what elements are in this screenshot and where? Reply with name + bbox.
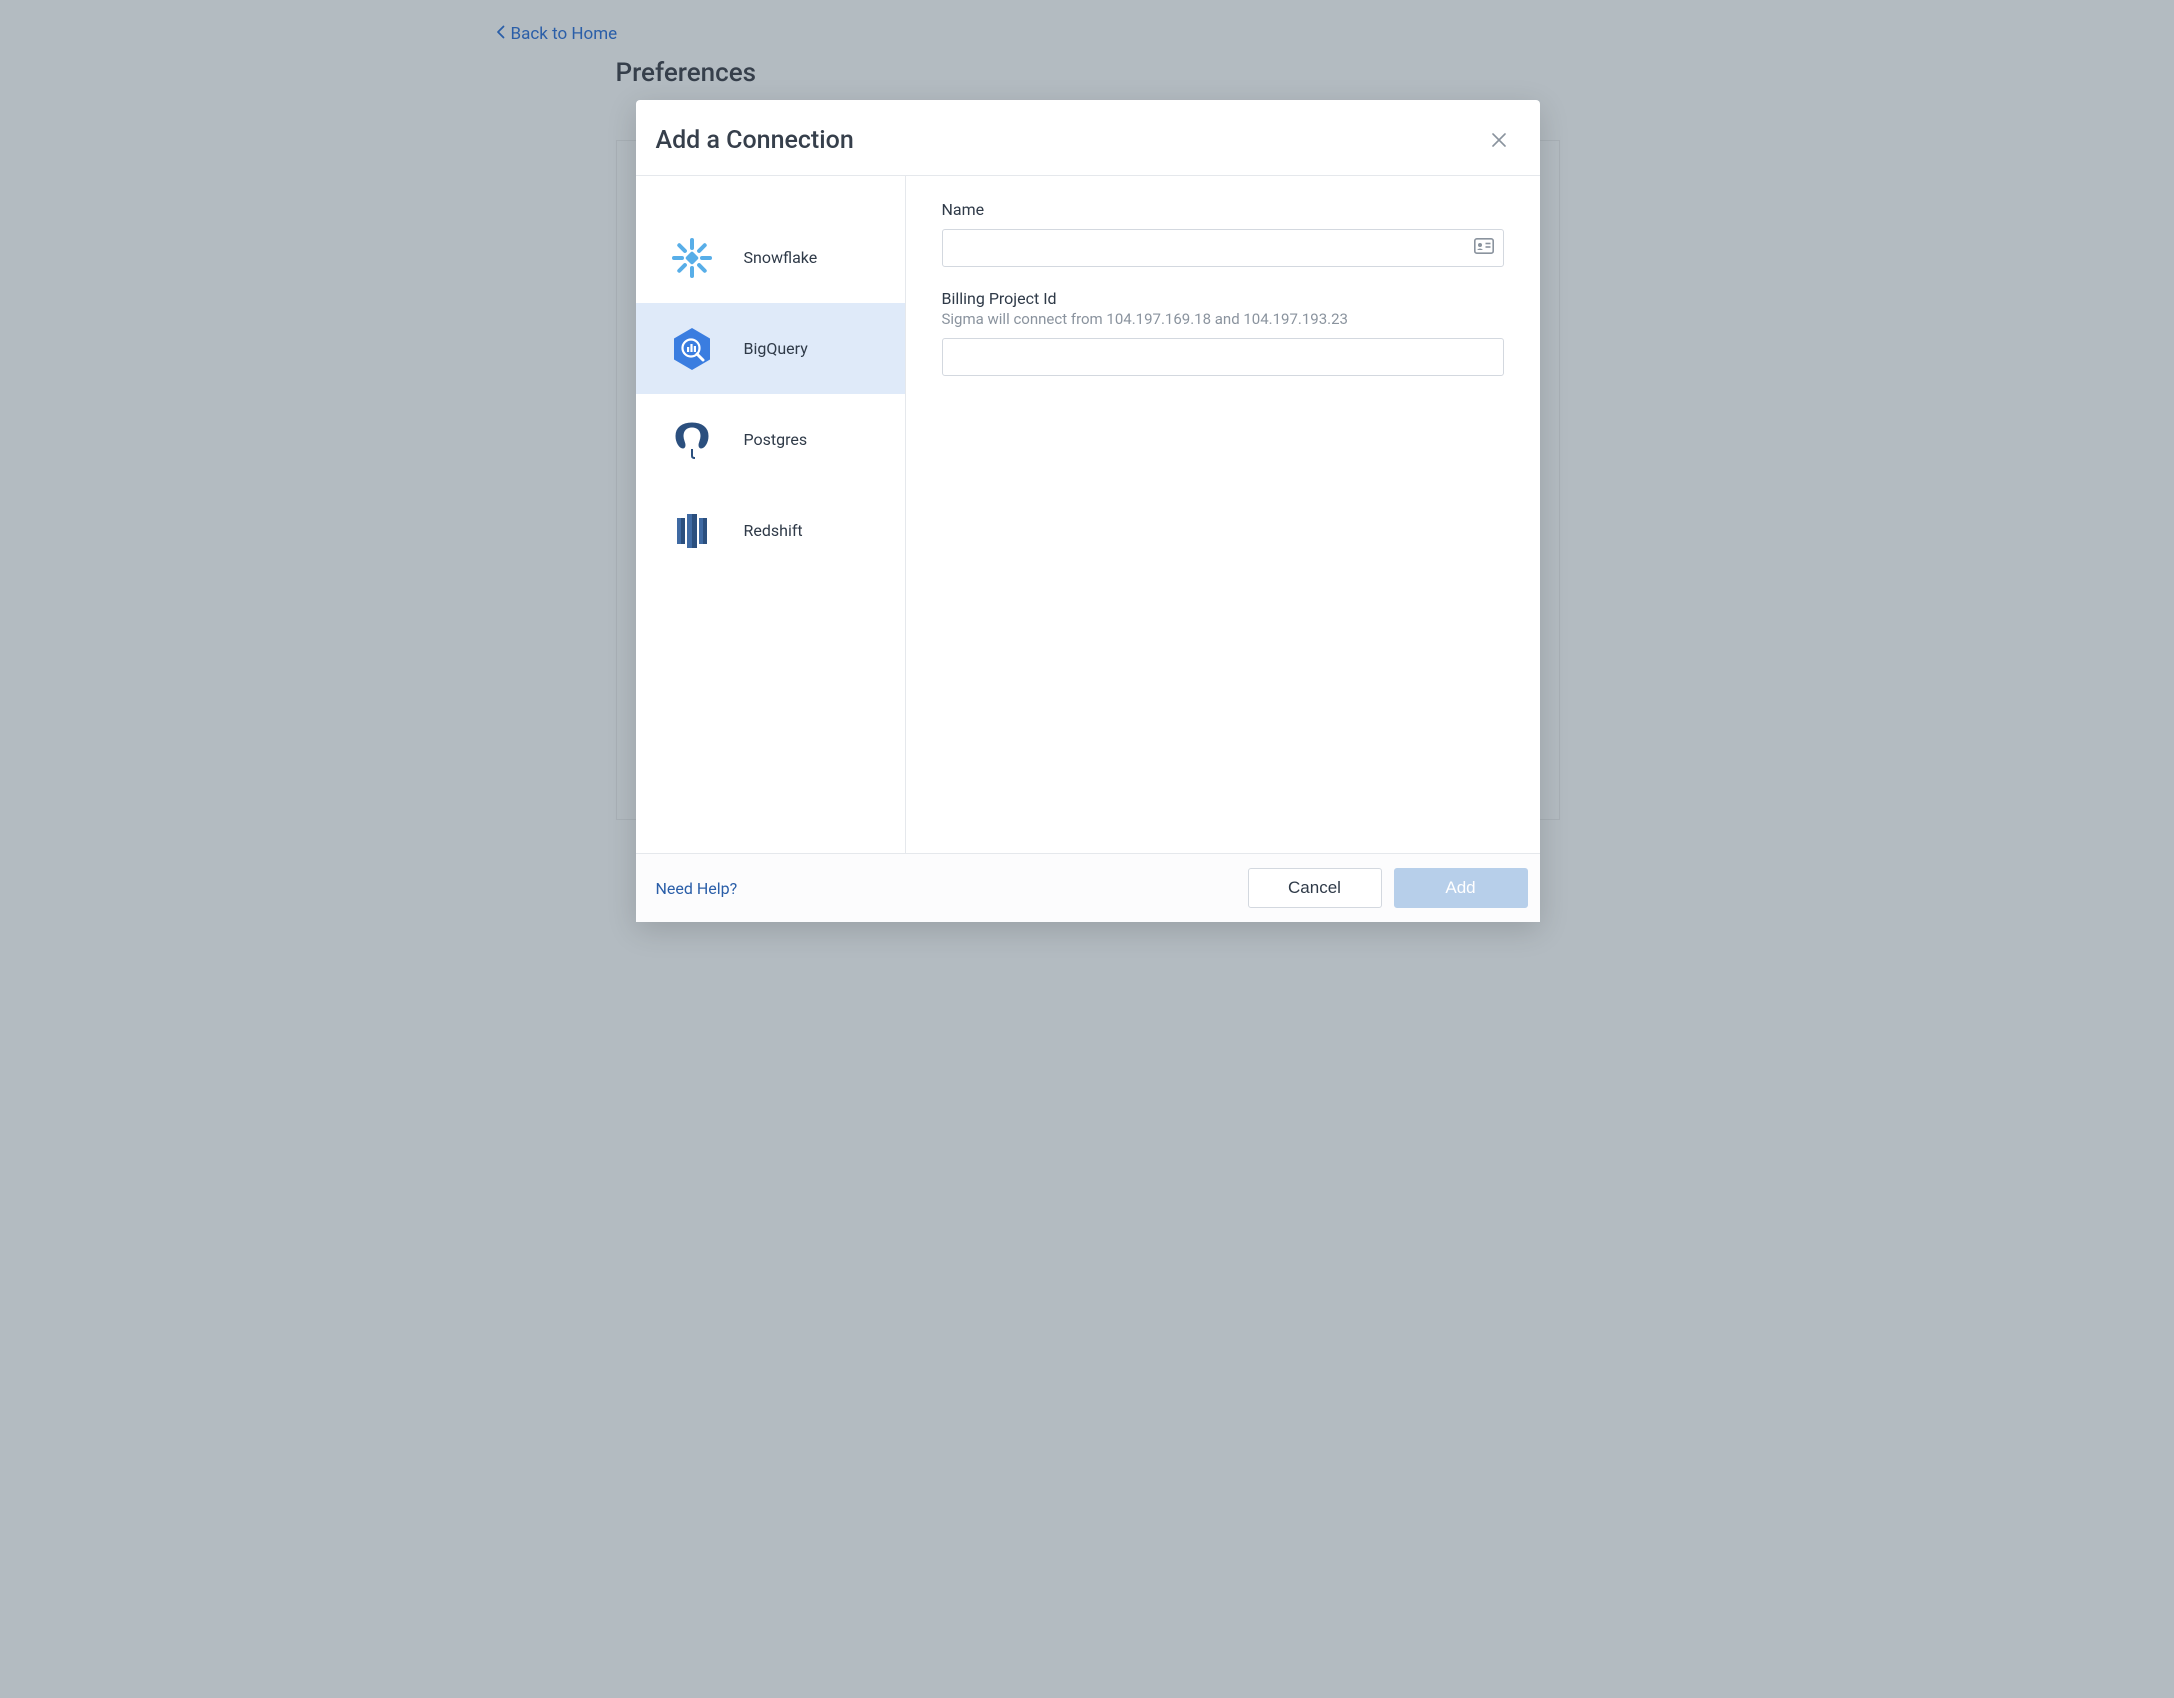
name-label: Name — [942, 200, 1504, 219]
chevron-left-icon — [496, 25, 505, 43]
cancel-button[interactable]: Cancel — [1248, 868, 1382, 908]
bigquery-icon — [668, 325, 716, 373]
modal-title: Add a Connection — [656, 126, 854, 155]
billing-project-label: Billing Project Id — [942, 289, 1504, 308]
db-option-label: Postgres — [744, 430, 808, 449]
db-option-postgres[interactable]: Postgres — [636, 394, 905, 485]
billing-project-hint: Sigma will connect from 104.197.169.18 a… — [942, 310, 1504, 328]
billing-project-field-group: Billing Project Id Sigma will connect fr… — [942, 289, 1504, 376]
id-card-icon — [1474, 238, 1494, 258]
modal-header: Add a Connection — [636, 100, 1540, 176]
billing-project-input-wrap — [942, 338, 1504, 376]
postgres-icon — [668, 416, 716, 464]
db-option-label: Redshift — [744, 521, 803, 540]
billing-project-input[interactable] — [942, 338, 1504, 376]
connection-form: Name — [906, 176, 1540, 853]
close-button[interactable] — [1488, 127, 1510, 155]
modal-footer: Need Help? Cancel Add — [636, 853, 1540, 922]
back-to-home-link[interactable]: Back to Home — [496, 24, 618, 44]
connection-type-sidebar: Snowflake BigQuery — [636, 176, 906, 853]
db-option-label: BigQuery — [744, 339, 808, 358]
db-option-snowflake[interactable]: Snowflake — [636, 212, 905, 303]
add-connection-modal: Add a Connection — [636, 100, 1540, 922]
db-option-bigquery[interactable]: BigQuery — [636, 303, 905, 394]
back-to-home-label: Back to Home — [511, 24, 618, 44]
db-option-redshift[interactable]: Redshift — [636, 485, 905, 576]
db-option-label: Snowflake — [744, 248, 818, 267]
name-field-group: Name — [942, 200, 1504, 267]
name-input[interactable] — [942, 229, 1504, 267]
name-input-wrap — [942, 229, 1504, 267]
page-root: Back to Home Preferences Add a Connectio… — [472, 0, 1703, 960]
page-title: Preferences — [616, 58, 757, 88]
modal-body: Snowflake BigQuery — [636, 176, 1540, 853]
redshift-icon — [668, 507, 716, 555]
need-help-link[interactable]: Need Help? — [656, 879, 738, 898]
close-icon — [1492, 130, 1506, 152]
footer-actions: Cancel Add — [1248, 868, 1528, 908]
snowflake-icon — [668, 234, 716, 282]
add-button[interactable]: Add — [1394, 868, 1528, 908]
